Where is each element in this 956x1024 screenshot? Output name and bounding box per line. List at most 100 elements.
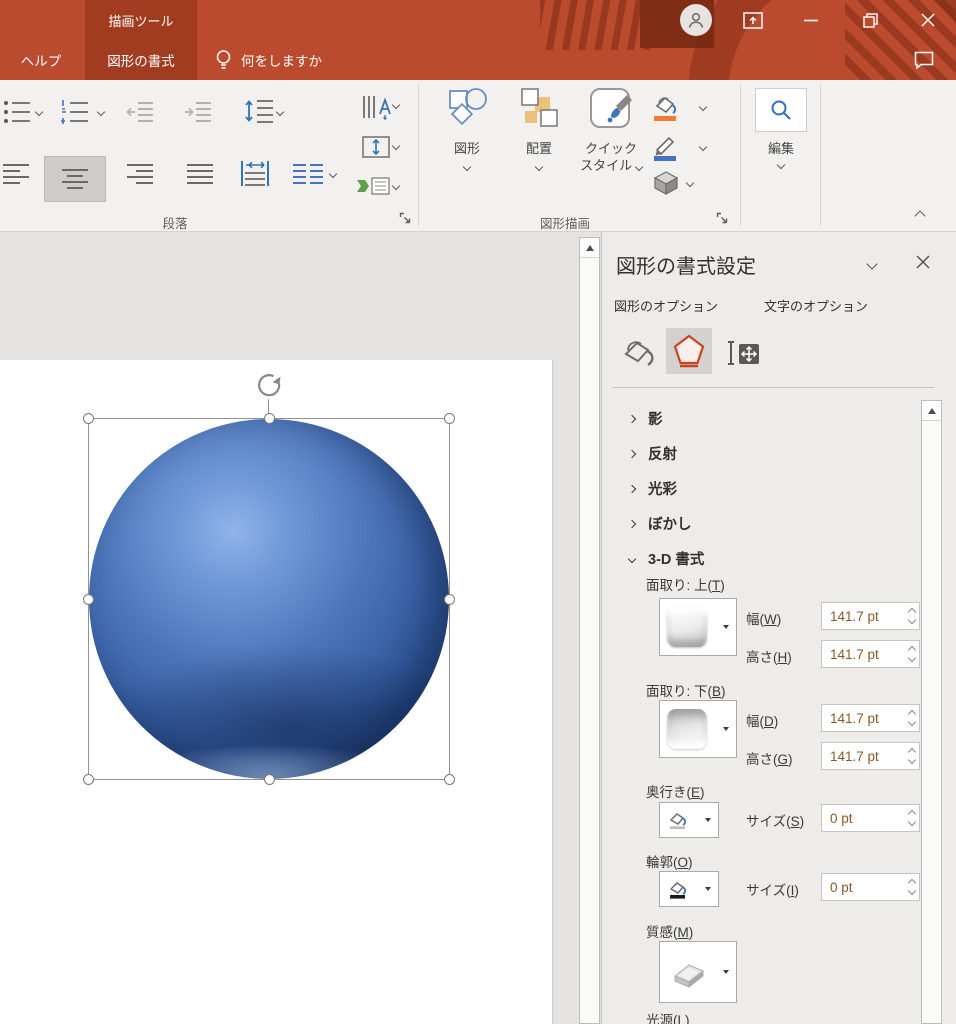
numbering-button[interactable] — [60, 98, 90, 131]
arrange-button[interactable]: 配置 — [508, 86, 570, 202]
spinner-down-icon[interactable] — [909, 819, 917, 827]
shape-outline-button[interactable] — [650, 132, 680, 167]
tab-shape-options[interactable]: 図形のオプション — [614, 296, 718, 315]
spinner-up-icon[interactable] — [909, 746, 917, 754]
material-picker-button[interactable] — [659, 941, 737, 1003]
quick-styles-button[interactable]: クイック スタイル — [578, 86, 644, 202]
shape-fill-button[interactable] — [650, 92, 680, 127]
bevel-top-picker-button[interactable] — [659, 598, 737, 656]
depth-size-input[interactable] — [821, 804, 920, 832]
tell-me-box[interactable]: 何をしますか — [215, 40, 322, 80]
smartart-dropdown-chevron[interactable] — [392, 182, 400, 190]
spinner-up-icon[interactable] — [909, 644, 917, 652]
editing-button[interactable] — [755, 88, 807, 132]
spinner-up-icon[interactable] — [909, 708, 917, 716]
rotate-handle-icon[interactable] — [256, 373, 282, 399]
group-separator — [740, 84, 741, 226]
depth-color-picker-button[interactable] — [659, 802, 719, 838]
person-icon — [686, 10, 706, 30]
ribbon-display-options-button[interactable] — [731, 0, 775, 40]
bevel-bottom-width-input[interactable] — [821, 704, 920, 732]
spinner-down-icon[interactable] — [909, 888, 917, 896]
pane-collapse-chevron[interactable] — [866, 258, 877, 269]
tab-shape-format[interactable]: 図形の書式 — [85, 40, 197, 80]
section-soft-edges[interactable]: ぼかし — [629, 513, 692, 534]
text-direction-dropdown-chevron[interactable] — [392, 101, 400, 109]
resize-handle-nw[interactable] — [83, 413, 94, 424]
spinner-up-icon[interactable] — [909, 606, 917, 614]
spinner-down-icon[interactable] — [909, 617, 917, 625]
restore-button[interactable] — [848, 0, 892, 40]
numbering-dropdown-chevron[interactable] — [97, 108, 105, 116]
effects-category-button-selected[interactable] — [666, 328, 712, 374]
bullets-button[interactable] — [2, 98, 32, 131]
editing-label: 編集 — [755, 138, 807, 157]
slide-editor-area[interactable] — [0, 232, 601, 1024]
text-direction-button[interactable] — [361, 94, 391, 125]
resize-handle-w[interactable] — [83, 594, 94, 605]
sphere-shape[interactable] — [89, 419, 449, 779]
bullets-dropdown-chevron[interactable] — [35, 108, 43, 116]
resize-handle-ne[interactable] — [444, 413, 455, 424]
convert-to-smartart-button[interactable] — [356, 174, 390, 203]
close-button[interactable] — [906, 0, 950, 40]
shape-outline-dropdown-chevron[interactable] — [699, 143, 707, 151]
paragraph-dialog-launcher[interactable] — [399, 212, 412, 230]
bevel-bottom-label: 面取り: 下(B) — [646, 680, 726, 700]
resize-handle-se[interactable] — [444, 774, 455, 785]
section-shadow[interactable]: 影 — [629, 408, 663, 429]
shape-effects-dropdown-chevron[interactable] — [686, 179, 694, 187]
section-glow[interactable]: 光彩 — [629, 478, 677, 499]
section-3d-format-expanded[interactable]: 3-D 書式 — [629, 548, 704, 569]
feedback-button[interactable] — [902, 40, 946, 80]
distribute-text-button[interactable] — [240, 160, 270, 192]
bevel-bottom-height-label: 高さ(G) — [746, 748, 793, 768]
align-text-dropdown-chevron[interactable] — [392, 142, 400, 150]
insert-shapes-button[interactable]: 図形 — [436, 86, 498, 202]
editor-vertical-scrollbar[interactable] — [579, 237, 600, 1024]
tab-help[interactable]: ヘルプ — [8, 40, 74, 80]
bevel-bottom-height-input[interactable] — [821, 742, 920, 770]
tab-text-options[interactable]: 文字のオプション — [764, 296, 868, 315]
columns-dropdown-chevron[interactable] — [329, 170, 337, 178]
line-spacing-button[interactable] — [244, 97, 274, 130]
contour-color-picker-button[interactable] — [659, 871, 719, 907]
minimize-button[interactable] — [789, 0, 833, 40]
resize-handle-s[interactable] — [264, 774, 275, 785]
align-text-button[interactable] — [362, 136, 390, 163]
increase-indent-button[interactable] — [184, 100, 212, 129]
line-spacing-dropdown-chevron[interactable] — [276, 108, 284, 116]
justify-button[interactable] — [186, 162, 214, 191]
bevel-top-width-input[interactable] — [821, 602, 920, 630]
collapse-ribbon-chevron[interactable] — [914, 210, 925, 221]
align-center-button-selected[interactable] — [44, 156, 106, 202]
columns-button[interactable] — [292, 162, 324, 191]
fill-line-category-button[interactable] — [616, 332, 656, 375]
resize-handle-e[interactable] — [444, 594, 455, 605]
spinner-down-icon[interactable] — [909, 719, 917, 727]
decrease-indent-button[interactable] — [126, 100, 154, 129]
bevel-bottom-picker-button[interactable] — [659, 700, 737, 758]
drawing-dialog-launcher[interactable] — [716, 212, 729, 230]
align-right-button[interactable] — [126, 162, 154, 191]
shape-fill-dropdown-chevron[interactable] — [699, 103, 707, 111]
section-reflection[interactable]: 反射 — [629, 443, 677, 464]
spinner-up-icon[interactable] — [909, 877, 917, 885]
align-left-button[interactable] — [2, 162, 30, 191]
spinner-down-icon[interactable] — [909, 757, 917, 765]
editing-dropdown-chevron[interactable] — [777, 161, 785, 169]
contour-size-input[interactable] — [821, 873, 920, 901]
account-avatar[interactable] — [680, 4, 712, 36]
resize-handle-sw[interactable] — [83, 774, 94, 785]
pane-close-button[interactable] — [916, 254, 930, 274]
scroll-up-button[interactable] — [580, 238, 599, 258]
ribbon-display-options-icon — [743, 12, 763, 29]
shape-effects-button[interactable] — [652, 170, 680, 201]
size-properties-category-button[interactable] — [726, 336, 762, 375]
resize-handle-n[interactable] — [264, 413, 275, 424]
spinner-up-icon[interactable] — [909, 808, 917, 816]
bevel-top-height-input[interactable] — [821, 640, 920, 668]
scroll-up-button[interactable] — [922, 401, 941, 421]
pane-vertical-scrollbar[interactable] — [921, 400, 942, 1024]
spinner-down-icon[interactable] — [909, 655, 917, 663]
